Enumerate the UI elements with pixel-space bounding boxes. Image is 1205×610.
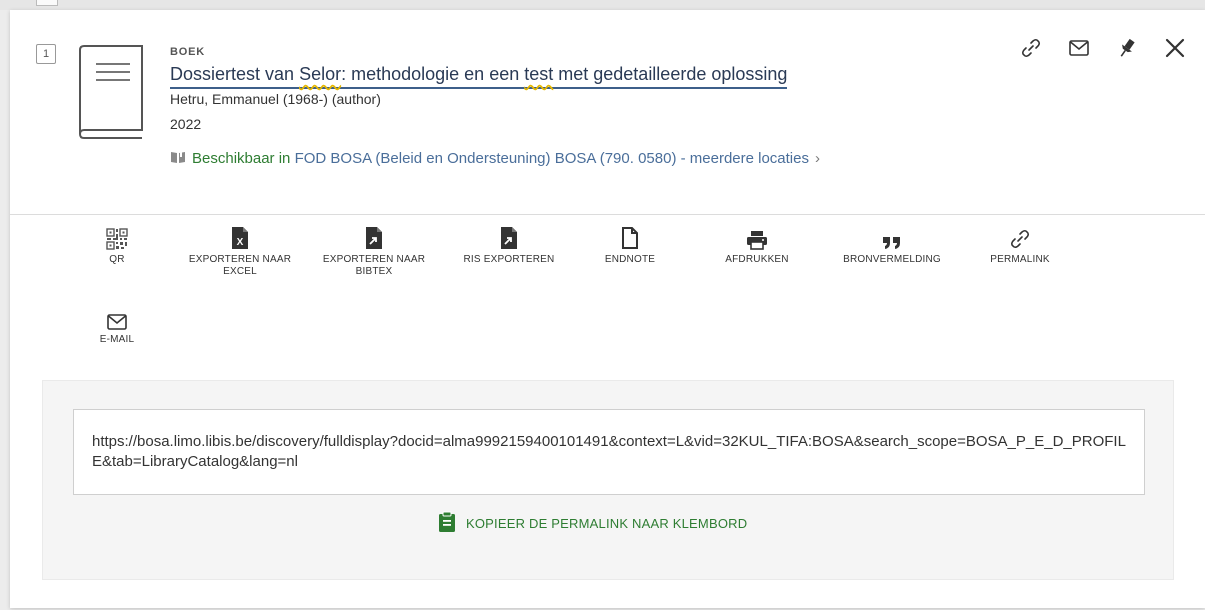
background-record-availability [178,598,938,610]
svg-text:X: X [237,237,244,248]
mail-icon[interactable] [1067,36,1091,60]
export-file-icon [314,222,434,250]
record-author: Hetru, Emmanuel (1968-) (author) [170,91,381,107]
section-divider [10,214,1205,215]
tool-qr[interactable]: QR [57,222,177,266]
title-part: : methodologie en een [341,64,525,84]
tool-print[interactable]: AFDRUKKEN [697,222,817,266]
title-part: met gedetailleerde oplossing [553,64,788,84]
printer-icon [697,222,817,250]
tool-label: AFDRUKKEN [725,254,789,265]
tool-label: QR [109,254,125,265]
availability-status: Beschikbaar in [192,150,291,167]
tool-label: BRONVERMELDING [843,254,941,265]
tool-permalink[interactable]: PERMALINK [960,222,1080,266]
record-type: BOEK [170,46,205,58]
link-icon[interactable] [1019,36,1043,60]
pin-icon[interactable] [1115,36,1139,60]
document-icon [570,222,690,250]
close-icon[interactable] [1163,36,1187,60]
clipboard-icon [438,511,456,536]
tool-export-excel[interactable]: X EXPORTEREN NAAR EXCEL [180,222,300,278]
book-icon [74,42,148,142]
qr-code-icon [57,222,177,250]
tool-label: ENDNOTE [604,254,656,265]
permalink-url-field[interactable]: https://bosa.limo.libis.be/discovery/ful… [73,409,1145,495]
background-checkbox [36,0,58,6]
record-top-actions [1019,36,1187,60]
permalink-panel: https://bosa.limo.libis.be/discovery/ful… [42,380,1174,580]
quote-icon [832,222,952,250]
book-open-icon [170,150,186,164]
excel-file-icon: X [180,222,300,250]
tool-export-bibtex[interactable]: EXPORTEREN NAAR BIBTEX [314,222,434,278]
record-detail-card: 1 BOEK Dossiertest van Selor: methodolog… [10,10,1205,608]
title-part: Dossiertest van [170,64,300,84]
tool-citation[interactable]: BRONVERMELDING [832,222,952,266]
copy-permalink-button[interactable]: KOPIEER DE PERMALINK NAAR KLEMBORD [438,511,747,536]
copy-permalink-label: KOPIEER DE PERMALINK NAAR KLEMBORD [466,516,748,531]
record-number: 1 [36,44,56,64]
mail-icon [57,302,177,330]
chevron-right-icon: › [815,150,820,167]
link-icon [960,222,1080,250]
record-year: 2022 [170,116,202,132]
record-title-link[interactable]: Dossiertest van Selor: methodologie en e… [170,64,788,89]
tool-label: E-MAIL [99,334,135,345]
title-highlight: Selor [299,64,342,84]
availability-location: FOD BOSA (Beleid en Ondersteuning) BOSA … [294,150,809,167]
tool-endnote[interactable]: ENDNOTE [570,222,690,266]
tool-label: PERMALINK [990,254,1050,265]
export-file-icon [449,222,569,250]
background-record-strip [0,0,1205,10]
title-highlight: test [524,64,554,84]
tool-ris-export[interactable]: RIS EXPORTEREN [449,222,569,266]
availability-link[interactable]: Beschikbaar in FOD BOSA (Beleid en Onder… [170,150,820,167]
tool-label: EXPORTEREN NAAR BIBTEX [322,254,426,277]
tool-email[interactable]: E-MAIL [57,302,177,346]
tool-label: EXPORTEREN NAAR EXCEL [188,254,292,277]
tool-label: RIS EXPORTEREN [463,254,555,265]
